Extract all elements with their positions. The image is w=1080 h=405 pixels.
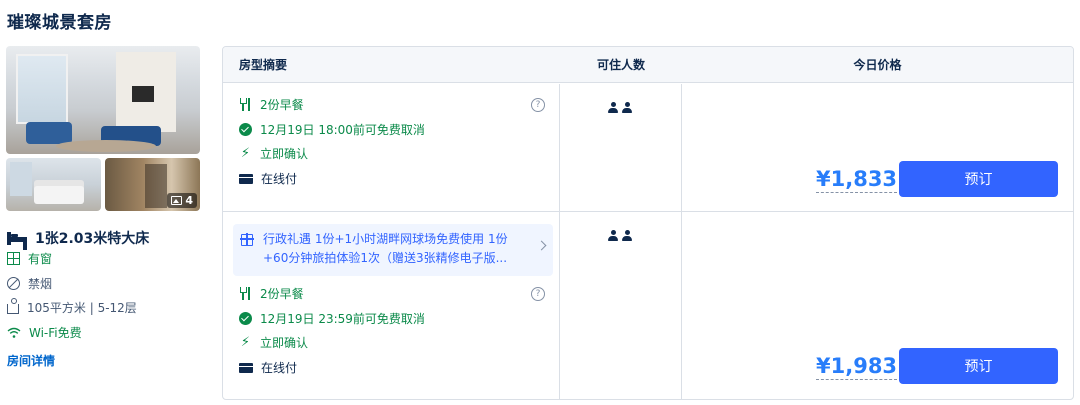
person-icon [608,230,618,242]
header-occupancy: 可住人数 [596,58,645,72]
cancellation-label: 12月19日 23:59前可免费取消 [260,312,425,326]
person-icon [608,102,618,114]
confirm-label: 立即确认 [260,147,309,161]
breakfast-info: 2份早餐 [239,96,304,113]
payment-label: 在线付 [261,361,298,375]
check-circle-icon [239,123,252,136]
credit-card-icon [239,362,253,373]
help-icon[interactable]: ? [531,287,545,301]
room-details-link[interactable]: 房间详情 [7,352,55,369]
room-photo-thumb-2[interactable]: 4 [105,158,200,211]
feature-area: 105平方米 | 5-12层 [7,298,137,316]
dining-icon [239,287,252,300]
rate-summary: 行政礼遇 1份+1小时湖畔网球场免费使用 1份+60分钟旅拍体验1次（赠送3张精… [223,212,560,399]
book-button[interactable]: 预订 [899,161,1058,197]
rate-table: 房型摘要 可住人数 今日价格 2份早餐 ? 12月19日 18:00前可免费取消… [222,46,1074,400]
confirm-info: ⚡ 立即确认 [239,145,308,162]
bed-icon [7,231,27,245]
cancellation-info: 12月19日 23:59前可免费取消 [239,310,425,327]
area-icon [7,298,19,314]
price[interactable]: ¥1,833 [816,167,898,193]
room-photo-thumb-1[interactable] [6,158,101,211]
person-icon [622,102,632,114]
room-photos[interactable]: 4 [6,46,200,211]
table-row: 2份早餐 ? 12月19日 18:00前可免费取消 ⚡ 立即确认 在线付 ¥1,… [223,84,1073,212]
occupancy-cell [560,84,682,211]
bed-label: 1张2.03米特大床 [35,231,150,247]
credit-card-icon [239,173,253,184]
photo-count: 4 [185,194,193,207]
feature-area-label: 105平方米 | 5-12层 [27,301,137,315]
occupancy-cell [560,212,682,399]
confirm-label: 立即确认 [260,336,309,350]
feature-wifi-label: Wi-Fi免费 [29,326,82,340]
payment-info: 在线付 [239,359,297,376]
header-summary: 房型摘要 [239,58,288,72]
breakfast-label: 2份早餐 [260,98,304,112]
book-button[interactable]: 预订 [899,348,1058,384]
feature-window: 有窗 [7,250,52,267]
breakfast-info: 2份早餐 [239,285,304,302]
chevron-right-icon [536,240,547,251]
check-circle-icon [239,312,252,325]
confirm-info: ⚡ 立即确认 [239,334,308,351]
room-photo-main[interactable] [6,46,200,154]
cancellation-label: 12月19日 18:00前可免费取消 [260,123,425,137]
lightning-icon: ⚡ [240,146,251,161]
payment-label: 在线付 [261,172,298,186]
perk-text: 行政礼遇 1份+1小时湖畔网球场免费使用 1份+60分钟旅拍体验1次（赠送3张精… [263,232,508,265]
table-header: 房型摘要 可住人数 今日价格 [223,47,1073,83]
occupancy-icons [608,102,632,114]
rate-summary: 2份早餐 ? 12月19日 18:00前可免费取消 ⚡ 立即确认 在线付 [223,84,560,211]
dining-icon [239,98,252,111]
price-cell: ¥1,833 预订 [682,84,1073,211]
room-title: 璀璨城景套房 [7,13,112,33]
price[interactable]: ¥1,983 [816,354,898,380]
cancellation-info: 12月19日 18:00前可免费取消 [239,121,425,138]
window-icon [7,252,20,265]
lightning-icon: ⚡ [240,335,251,350]
occupancy-icons [608,230,632,242]
photo-count-badge[interactable]: 4 [167,193,197,208]
wifi-icon [7,326,21,340]
table-row: 行政礼遇 1份+1小时湖畔网球场免费使用 1份+60分钟旅拍体验1次（赠送3张精… [223,212,1073,399]
help-icon[interactable]: ? [531,98,545,112]
gift-icon [240,233,254,246]
feature-wifi: Wi-Fi免费 [7,324,82,341]
image-icon [171,196,183,205]
no-smoking-icon [7,277,20,290]
bed-info: 1张2.03米特大床 [7,228,149,248]
executive-perk[interactable]: 行政礼遇 1份+1小时湖畔网球场免费使用 1份+60分钟旅拍体验1次（赠送3张精… [233,224,553,276]
feature-smoking-label: 禁烟 [28,277,53,291]
breakfast-label: 2份早餐 [260,287,304,301]
header-price: 今日价格 [853,58,902,72]
feature-window-label: 有窗 [28,252,53,266]
feature-smoking: 禁烟 [7,275,52,292]
price-cell: ¥1,983 预订 [682,212,1073,399]
person-icon [622,230,632,242]
payment-info: 在线付 [239,170,297,187]
